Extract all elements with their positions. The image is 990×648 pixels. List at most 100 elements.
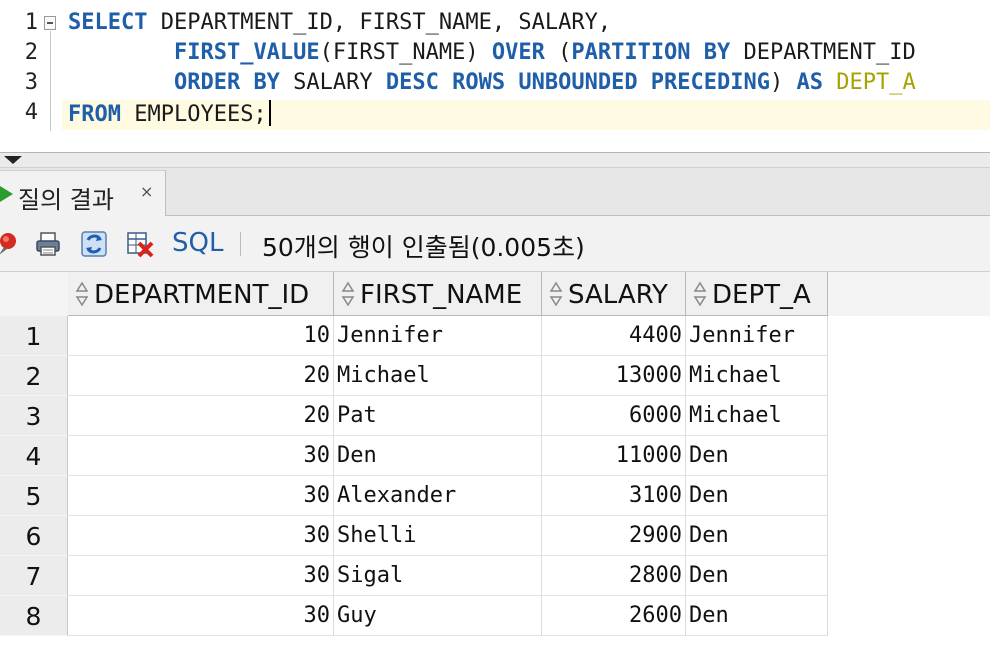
code-text: SALARY	[279, 70, 386, 95]
table-row[interactable]: 6 30 Shelli 2900 Den	[0, 516, 990, 556]
table-cell[interactable]: 2900	[542, 516, 686, 556]
table-cell[interactable]: 6000	[542, 396, 686, 436]
collapse-arrow-icon[interactable]	[4, 156, 22, 164]
table-cell[interactable]: 30	[68, 436, 334, 476]
column-header-department-id[interactable]: DEPARTMENT_ID	[68, 272, 334, 316]
table-cell[interactable]: Alexander	[334, 476, 542, 516]
sql-editor[interactable]: 1 2 3 4 SELECT DEPARTMENT_ID, FIRST_NAME…	[0, 0, 990, 152]
table-cell[interactable]: Guy	[334, 596, 542, 636]
line-number: 3	[24, 70, 38, 95]
results-tabstrip: 질의 결과 ×	[0, 168, 990, 216]
column-header-dept-a[interactable]: DEPT_A	[686, 272, 828, 316]
line-number: 1	[24, 10, 38, 35]
column-header-label: SALARY	[568, 280, 668, 310]
text-caret	[268, 100, 271, 126]
table-row[interactable]: 2 20 Michael 13000 Michael	[0, 356, 990, 396]
table-row[interactable]: 3 20 Pat 6000 Michael	[0, 396, 990, 436]
row-number: 7	[0, 556, 68, 596]
results-grid[interactable]: DEPARTMENT_ID FIRST_NAME SALARY DEPT_A 1…	[0, 272, 990, 648]
table-row[interactable]: 8 30 Guy 2600 Den	[0, 596, 990, 636]
table-cell[interactable]: 20	[68, 356, 334, 396]
column-header-label: FIRST_NAME	[360, 280, 523, 310]
table-row[interactable]: 1 10 Jennifer 4400 Jennifer	[0, 316, 990, 356]
code-text: DEPARTMENT_ID	[730, 40, 916, 65]
code-line-1[interactable]: SELECT DEPARTMENT_ID, FIRST_NAME, SALARY…	[68, 10, 611, 35]
table-cell[interactable]: 10	[68, 316, 334, 356]
code-line-2[interactable]: FIRST_VALUE(FIRST_NAME) OVER (PARTITION …	[68, 40, 916, 65]
print-icon[interactable]	[34, 230, 62, 258]
table-cell[interactable]: 2800	[542, 556, 686, 596]
keyword: FROM	[68, 102, 121, 127]
line-number: 2	[24, 40, 38, 65]
table-cell[interactable]: Jennifer	[334, 316, 542, 356]
fold-guide	[50, 31, 51, 131]
table-cell[interactable]: Den	[686, 516, 828, 556]
column-header-first-name[interactable]: FIRST_NAME	[334, 272, 542, 316]
row-number: 6	[0, 516, 68, 556]
sort-icon[interactable]	[74, 281, 90, 307]
table-cell[interactable]: 2600	[542, 596, 686, 636]
table-cell[interactable]: 30	[68, 476, 334, 516]
results-toolbar: SQL 50개의 행이 인출됨(0.005초)	[0, 216, 990, 272]
pin-icon[interactable]	[0, 230, 24, 258]
row-number: 2	[0, 356, 68, 396]
keyword: ORDER BY	[173, 70, 280, 95]
keyword: OVER	[491, 40, 545, 65]
table-cell[interactable]: 3100	[542, 476, 686, 516]
play-icon	[0, 186, 13, 202]
table-cell[interactable]: 13000	[542, 356, 686, 396]
refresh-icon[interactable]	[80, 230, 108, 258]
table-cell[interactable]: Sigal	[334, 556, 542, 596]
table-cell[interactable]: Jennifer	[686, 316, 828, 356]
table-cell[interactable]: Michael	[686, 396, 828, 436]
table-row[interactable]: 7 30 Sigal 2800 Den	[0, 556, 990, 596]
column-header-label: DEPT_A	[712, 280, 811, 310]
code-text: (	[544, 40, 572, 65]
row-number: 4	[0, 436, 68, 476]
table-cell[interactable]: 30	[68, 556, 334, 596]
pane-splitter[interactable]	[0, 152, 990, 168]
table-cell[interactable]: Den	[334, 436, 542, 476]
table-cell[interactable]: 30	[68, 516, 334, 556]
table-cell[interactable]: Den	[686, 436, 828, 476]
code-line-4[interactable]: FROM EMPLOYEES;	[68, 100, 271, 127]
row-number: 8	[0, 596, 68, 636]
table-row[interactable]: 4 30 Den 11000 Den	[0, 436, 990, 476]
tab-query-result[interactable]: 질의 결과 ×	[0, 170, 166, 216]
sort-icon[interactable]	[548, 281, 564, 307]
column-header-salary[interactable]: SALARY	[542, 272, 686, 316]
table-cell[interactable]: Den	[686, 476, 828, 516]
table-row[interactable]: 5 30 Alexander 3100 Den	[0, 476, 990, 516]
table-cell[interactable]: Den	[686, 556, 828, 596]
delete-icon[interactable]	[126, 230, 154, 258]
keyword: FIRST_VALUE	[173, 40, 320, 65]
code-text: DEPARTMENT_ID, FIRST_NAME, SALARY,	[147, 10, 612, 35]
toolbar-divider	[240, 232, 241, 256]
table-cell[interactable]: Den	[686, 596, 828, 636]
table-cell[interactable]: 30	[68, 596, 334, 636]
row-number: 1	[0, 316, 68, 356]
row-number: 5	[0, 476, 68, 516]
sort-icon[interactable]	[692, 281, 708, 307]
code-text: )	[770, 70, 797, 95]
table-cell[interactable]: 11000	[542, 436, 686, 476]
sort-icon[interactable]	[340, 281, 356, 307]
table-cell[interactable]: 4400	[542, 316, 686, 356]
close-icon[interactable]: ×	[140, 182, 153, 201]
table-cell[interactable]: Michael	[686, 356, 828, 396]
keyword: AS	[796, 70, 824, 95]
grid-header: DEPARTMENT_ID FIRST_NAME SALARY DEPT_A	[0, 272, 990, 316]
table-cell[interactable]: Michael	[334, 356, 542, 396]
table-cell[interactable]: 20	[68, 396, 334, 436]
code-text: (FIRST_NAME)	[319, 40, 492, 65]
fold-collapse-icon[interactable]	[44, 16, 56, 30]
code-line-3[interactable]: ORDER BY SALARY DESC ROWS UNBOUNDED PREC…	[68, 70, 916, 95]
keyword: SELECT	[68, 10, 148, 35]
table-cell[interactable]: Pat	[334, 396, 542, 436]
table-cell[interactable]: Shelli	[334, 516, 542, 556]
row-number-header	[0, 272, 68, 316]
code-text: EMPLOYEES;	[120, 102, 267, 127]
sql-button[interactable]: SQL	[172, 228, 223, 258]
